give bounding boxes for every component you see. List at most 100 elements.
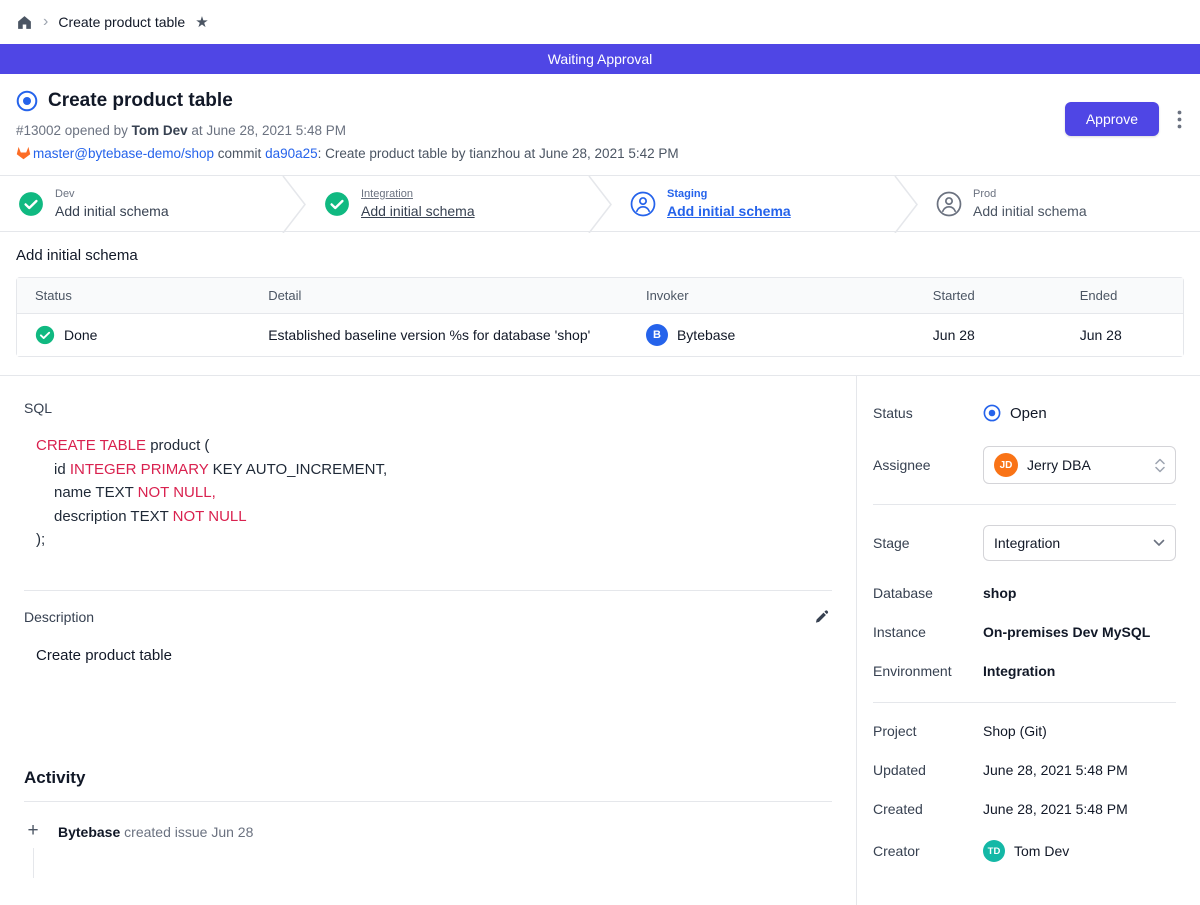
project-value: Shop (Git) — [983, 723, 1047, 739]
status-label: Status — [873, 405, 983, 421]
issue-sidebar: Status Open Assignee JD Jerry DBA Stage — [856, 376, 1200, 905]
commit-message: : Create product table by tianzhou at Ju… — [318, 146, 679, 161]
column-header-ended: Ended — [1062, 278, 1183, 314]
status-open-icon — [983, 404, 1001, 422]
issue-meta-suffix: at June 28, 2021 5:48 PM — [191, 123, 346, 138]
home-icon[interactable] — [16, 14, 33, 31]
branch-link[interactable]: master@bytebase-demo/shop — [33, 146, 214, 161]
assignee-select[interactable]: JD Jerry DBA — [983, 446, 1176, 484]
sql-keyword: NOT NULL, — [138, 484, 216, 501]
instance-label: Instance — [873, 624, 983, 640]
stage-separator — [588, 176, 612, 233]
section-divider — [24, 590, 832, 591]
creator-value: Tom Dev — [1014, 843, 1069, 859]
breadcrumb-title: Create product table — [58, 14, 185, 30]
commit-word: commit — [214, 146, 265, 161]
column-header-started: Started — [915, 278, 1062, 314]
task-section-title: Add initial schema — [16, 247, 1184, 264]
stage-env-label: Prod — [973, 188, 1087, 200]
task-section: Add initial schema Status Detail Invoker… — [0, 232, 1200, 375]
activity-title: Activity — [24, 768, 832, 788]
gitlab-icon — [16, 146, 31, 160]
column-header-status: Status — [17, 278, 250, 314]
issue-meta-prefix: #13002 opened by — [16, 123, 128, 138]
stage-pending-person-icon — [936, 191, 962, 217]
issue-header: Create product table #13002 opened by To… — [0, 74, 1200, 175]
activity-action: created issue — [124, 824, 207, 840]
activity-add-icon[interactable]: + — [27, 822, 38, 840]
approve-button[interactable]: Approve — [1065, 102, 1159, 136]
stage-integration[interactable]: Integration Add initial schema — [306, 176, 588, 231]
favorite-star-icon[interactable]: ★ — [195, 13, 208, 31]
stage-task-label: Add initial schema — [973, 203, 1087, 219]
sql-keyword: NOT NULL — [173, 508, 247, 525]
status-value: Open — [1010, 405, 1047, 422]
sidebar-divider — [873, 702, 1176, 703]
sql-label: SQL — [24, 400, 832, 416]
invoker-avatar: B — [646, 324, 668, 346]
stage-prod[interactable]: Prod Add initial schema — [918, 176, 1200, 231]
creator-avatar: TD — [983, 840, 1005, 862]
activity-divider — [24, 801, 832, 802]
approval-banner: Waiting Approval — [0, 44, 1200, 74]
open-status-icon — [16, 90, 38, 112]
description-text: Create product table — [24, 647, 832, 664]
pipeline: Dev Add initial schema Integration Add i… — [0, 175, 1200, 232]
stage-separator — [894, 176, 918, 233]
edit-description-icon[interactable] — [812, 607, 832, 627]
sql-code: CREATE TABLE product ( id INTEGER PRIMAR… — [24, 434, 832, 552]
created-value: June 28, 2021 5:48 PM — [983, 801, 1128, 817]
invoker-name: Bytebase — [677, 327, 735, 343]
more-options-icon[interactable] — [1175, 108, 1184, 131]
sql-keyword: INTEGER PRIMARY — [70, 461, 209, 478]
sidebar-divider — [873, 504, 1176, 505]
database-label: Database — [873, 585, 983, 601]
updown-chevron-icon — [1155, 458, 1165, 473]
stage-env-label: Dev — [55, 188, 169, 200]
page-title: Create product table — [48, 90, 233, 112]
database-value: shop — [983, 585, 1016, 601]
sql-text: product ( — [146, 437, 209, 454]
project-label: Project — [873, 723, 983, 739]
issue-detail-pane: SQL CREATE TABLE product ( id INTEGER PR… — [0, 376, 856, 905]
column-header-invoker: Invoker — [628, 278, 915, 314]
stage-env-link[interactable]: Integration — [361, 188, 475, 200]
stage-env-link[interactable]: Staging — [667, 188, 791, 200]
instance-value: On-premises Dev MySQL — [983, 624, 1150, 640]
task-status-text: Done — [64, 327, 97, 343]
activity-actor: Bytebase — [58, 824, 120, 840]
timeline-line — [33, 848, 34, 878]
sql-text: id — [54, 461, 70, 478]
column-header-detail: Detail — [250, 278, 628, 314]
activity-entry: + Bytebase created issue Jun 28 — [24, 822, 832, 878]
task-started-date: Jun 28 — [915, 314, 1062, 356]
table-row: Done Established baseline version %s for… — [17, 314, 1183, 356]
sql-text: description TEXT — [54, 508, 173, 525]
issue-author: Tom Dev — [132, 123, 188, 138]
description-label: Description — [24, 609, 94, 625]
stage-done-icon — [18, 191, 44, 217]
stage-task-link[interactable]: Add initial schema — [361, 203, 475, 219]
activity-date: Jun 28 — [211, 824, 253, 840]
stage-value: Integration — [994, 535, 1144, 551]
stage-task-link[interactable]: Add initial schema — [667, 203, 791, 219]
task-table: Status Detail Invoker Started Ended Done… — [16, 277, 1184, 357]
chevron-down-icon — [1153, 539, 1165, 547]
environment-value: Integration — [983, 663, 1055, 679]
commit-info: master@bytebase-demo/shop commit da90a25… — [16, 146, 1184, 161]
stage-select[interactable]: Integration — [983, 525, 1176, 561]
issue-meta: #13002 opened by Tom Dev at June 28, 202… — [16, 123, 1184, 138]
assignee-avatar: JD — [994, 453, 1018, 477]
sql-keyword: CREATE TABLE — [36, 437, 146, 454]
stage-staging[interactable]: Staging Add initial schema — [612, 176, 894, 231]
updated-value: June 28, 2021 5:48 PM — [983, 762, 1128, 778]
stage-dev[interactable]: Dev Add initial schema — [0, 176, 282, 231]
environment-label: Environment — [873, 663, 983, 679]
commit-hash-link[interactable]: da90a25 — [265, 146, 318, 161]
stage-active-person-icon — [630, 191, 656, 217]
assignee-value: Jerry DBA — [1027, 457, 1146, 473]
sql-text: name TEXT — [54, 484, 138, 501]
created-label: Created — [873, 801, 983, 817]
assignee-label: Assignee — [873, 457, 983, 473]
creator-label: Creator — [873, 843, 983, 859]
